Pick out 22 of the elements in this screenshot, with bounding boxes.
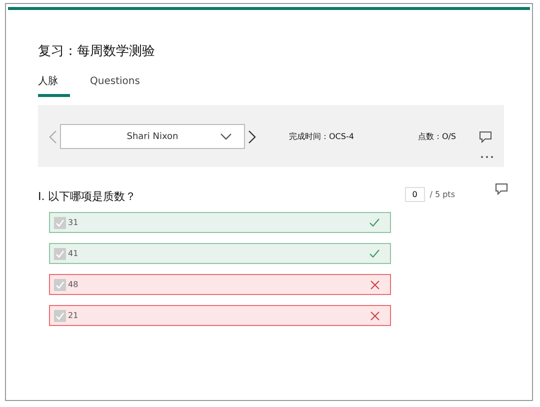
tab[interactable]: 人脉	[38, 74, 70, 97]
responder-dropdown[interactable]: Shari Nixon	[60, 124, 245, 149]
next-icon[interactable]	[248, 130, 256, 144]
more-icon[interactable]	[480, 155, 494, 159]
option-label: 41	[68, 249, 78, 258]
option-label: 31	[68, 218, 78, 227]
cross-icon	[370, 280, 380, 290]
score-text: 点数：O/S	[418, 131, 456, 142]
check-icon	[369, 249, 380, 258]
completion-time: 完成时间：OCS-4	[289, 131, 354, 142]
points-total: / 5 pts	[430, 190, 455, 199]
quiz-title: 复习：每周数学测验	[38, 43, 156, 60]
option-label: 48	[68, 280, 78, 289]
question-text: I. 以下哪项是质数？	[38, 189, 138, 204]
comment-icon[interactable]	[479, 130, 492, 142]
option-label: 21	[68, 311, 78, 320]
points-field[interactable]: 0	[404, 187, 425, 202]
caret-icon	[220, 133, 232, 140]
comment-icon[interactable]	[495, 183, 508, 195]
cross-icon	[370, 310, 380, 320]
tab[interactable]: Questions	[90, 74, 140, 97]
check-icon	[369, 218, 380, 227]
